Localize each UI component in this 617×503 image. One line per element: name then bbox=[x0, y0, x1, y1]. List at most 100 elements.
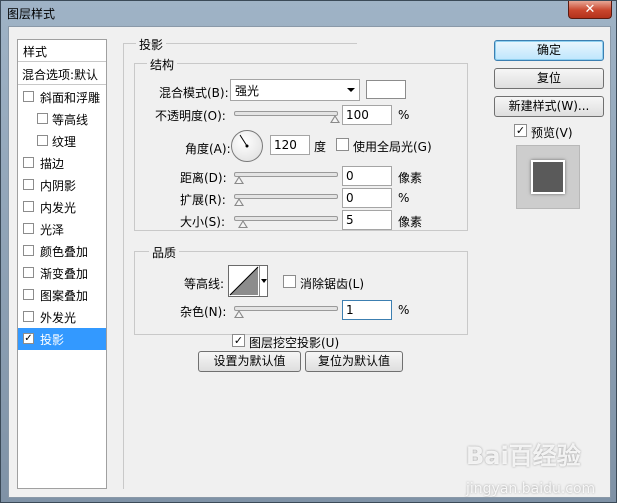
noise-input[interactable]: 1 bbox=[342, 300, 392, 320]
style-list-label: 渐变叠加 bbox=[40, 267, 89, 281]
style-list: 样式 混合选项:默认 斜面和浮雕等高线纹理描边内阴影内发光光泽颜色叠加渐变叠加图… bbox=[17, 39, 107, 489]
noise-unit: % bbox=[398, 303, 410, 317]
blend-mode-select[interactable]: 强光 bbox=[230, 79, 360, 101]
style-list-item[interactable]: 描边 bbox=[18, 152, 106, 174]
size-label: 大小(S): bbox=[180, 215, 226, 229]
style-list-item[interactable]: ✓ 投影 bbox=[18, 328, 106, 350]
distance-slider-thumb[interactable] bbox=[234, 176, 244, 184]
style-preview bbox=[516, 145, 580, 209]
size-slider-thumb[interactable] bbox=[238, 220, 248, 228]
style-list-checkbox[interactable] bbox=[23, 157, 34, 168]
contour-label: 等高线: bbox=[184, 277, 225, 291]
anti-alias-checkbox[interactable] bbox=[283, 275, 296, 288]
reset-button[interactable]: 复位 bbox=[494, 68, 604, 89]
angle-dial[interactable] bbox=[231, 130, 263, 162]
style-list-checkbox[interactable] bbox=[23, 311, 34, 322]
size-unit: 像素 bbox=[398, 215, 423, 229]
distance-slider[interactable] bbox=[234, 172, 338, 184]
style-list-item[interactable]: 内阴影 bbox=[18, 174, 106, 196]
make-default-button[interactable]: 设置为默认值 bbox=[198, 351, 301, 372]
quality-group: 品质 bbox=[134, 244, 468, 335]
anti-alias-label[interactable]: 消除锯齿(L) bbox=[300, 275, 364, 292]
dialog-body: 样式 混合选项:默认 斜面和浮雕等高线纹理描边内阴影内发光光泽颜色叠加渐变叠加图… bbox=[8, 26, 611, 498]
style-list-label: 颜色叠加 bbox=[40, 245, 89, 259]
style-list-label: 斜面和浮雕 bbox=[40, 91, 101, 105]
watermark-sub: jingyan.baidu.com bbox=[466, 481, 596, 497]
new-style-button[interactable]: 新建样式(W)... bbox=[494, 96, 604, 117]
style-list-checkbox[interactable] bbox=[37, 135, 48, 146]
contour-picker[interactable] bbox=[228, 265, 268, 297]
style-list-item[interactable]: 等高线 bbox=[18, 108, 106, 130]
style-list-item[interactable]: 渐变叠加 bbox=[18, 262, 106, 284]
distance-label: 距离(D): bbox=[180, 171, 227, 185]
size-slider[interactable] bbox=[234, 216, 338, 228]
style-list-label: 内阴影 bbox=[40, 179, 77, 193]
style-list-checkbox[interactable] bbox=[23, 223, 34, 234]
style-list-label: 图案叠加 bbox=[40, 289, 89, 303]
opacity-input[interactable]: 100 bbox=[342, 105, 392, 125]
close-button[interactable]: ✕ bbox=[568, 1, 612, 19]
style-list-item[interactable]: 纹理 bbox=[18, 130, 106, 152]
style-list-label: 光泽 bbox=[40, 223, 65, 237]
opacity-slider[interactable] bbox=[234, 111, 340, 123]
global-light-label[interactable]: 使用全局光(G) bbox=[353, 138, 432, 155]
baidu-watermark: Bai百经验 jingyan.baidu.com bbox=[466, 436, 595, 499]
size-input[interactable]: 5 bbox=[342, 210, 392, 230]
preview-swatch bbox=[531, 160, 565, 194]
knockout-checkbox[interactable]: ✓ bbox=[232, 334, 245, 347]
style-list-checkbox[interactable] bbox=[23, 245, 34, 256]
style-list-checkbox[interactable]: ✓ bbox=[23, 333, 34, 344]
title-bar[interactable]: 图层样式 ✕ bbox=[1, 1, 617, 25]
chevron-down-icon bbox=[347, 88, 355, 92]
style-list-item[interactable]: 颜色叠加 bbox=[18, 240, 106, 262]
style-list-item[interactable]: 图案叠加 bbox=[18, 284, 106, 306]
structure-title: 结构 bbox=[147, 56, 178, 73]
drop-shadow-title: 投影 bbox=[136, 36, 167, 53]
style-list-checkbox[interactable] bbox=[37, 113, 48, 124]
style-list-label: 描边 bbox=[40, 157, 65, 171]
spread-slider[interactable] bbox=[234, 194, 338, 206]
preview-checkbox[interactable]: ✓ bbox=[514, 124, 527, 137]
spread-input[interactable]: 0 bbox=[342, 188, 392, 208]
angle-unit: 度 bbox=[314, 140, 327, 154]
chevron-down-icon bbox=[261, 279, 267, 283]
contour-curve-icon bbox=[229, 266, 259, 296]
angle-input[interactable]: 120 bbox=[270, 135, 310, 155]
style-list-checkbox[interactable] bbox=[23, 179, 34, 190]
reset-default-button[interactable]: 复位为默认值 bbox=[305, 351, 403, 372]
noise-slider-thumb[interactable] bbox=[234, 310, 244, 318]
style-list-item[interactable]: 斜面和浮雕 bbox=[18, 86, 106, 108]
style-list-label: 投影 bbox=[40, 333, 65, 347]
global-light-checkbox[interactable] bbox=[336, 138, 349, 151]
knockout-label[interactable]: 图层挖空投影(U) bbox=[249, 334, 339, 351]
spread-slider-thumb[interactable] bbox=[234, 198, 244, 206]
layer-style-dialog: 图层样式 ✕ 样式 混合选项:默认 斜面和浮雕等高线纹理描边内阴影内发光光泽颜色… bbox=[0, 0, 617, 503]
spread-label: 扩展(R): bbox=[180, 193, 226, 207]
style-list-checkbox[interactable] bbox=[23, 267, 34, 278]
watermark-text: Bai百经验 bbox=[466, 442, 581, 470]
style-list-label: 内发光 bbox=[40, 201, 77, 215]
distance-input[interactable]: 0 bbox=[342, 166, 392, 186]
style-list-item[interactable]: 内发光 bbox=[18, 196, 106, 218]
style-list-checkbox[interactable] bbox=[23, 201, 34, 212]
shadow-color-swatch[interactable] bbox=[366, 80, 406, 99]
style-list-checkbox[interactable] bbox=[23, 289, 34, 300]
contour-dropdown[interactable] bbox=[259, 266, 267, 296]
style-list-item[interactable]: 光泽 bbox=[18, 218, 106, 240]
opacity-label: 不透明度(O): bbox=[155, 109, 226, 123]
styles-header[interactable]: 样式 bbox=[18, 40, 106, 62]
noise-label: 杂色(N): bbox=[180, 305, 227, 319]
style-list-label: 外发光 bbox=[40, 311, 77, 325]
preview-label[interactable]: 预览(V) bbox=[531, 124, 573, 141]
opacity-slider-thumb[interactable] bbox=[330, 115, 340, 123]
ok-button[interactable]: 确定 bbox=[494, 40, 604, 61]
style-list-label: 等高线 bbox=[52, 113, 89, 127]
noise-slider[interactable] bbox=[234, 306, 338, 318]
window-title: 图层样式 bbox=[7, 7, 56, 21]
style-list-checkbox[interactable] bbox=[23, 91, 34, 102]
blend-mode-label: 混合模式(B): bbox=[159, 86, 229, 100]
blend-options-item[interactable]: 混合选项:默认 bbox=[18, 63, 106, 85]
opacity-unit: % bbox=[398, 108, 410, 122]
style-list-item[interactable]: 外发光 bbox=[18, 306, 106, 328]
style-list-label: 纹理 bbox=[52, 135, 77, 149]
